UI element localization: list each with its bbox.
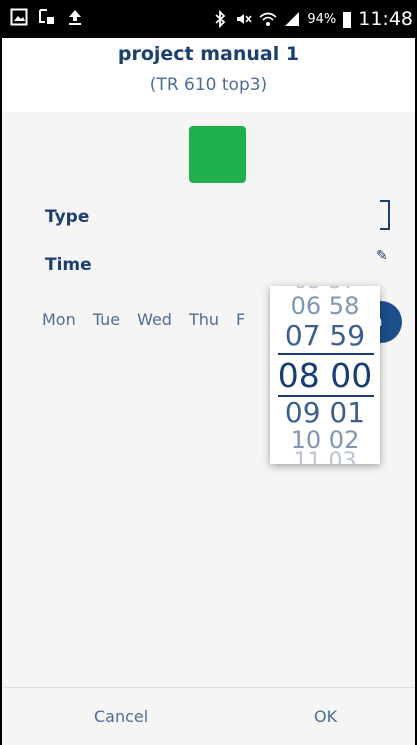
clock: 11:48 [358, 8, 413, 30]
type-label: Type [45, 207, 90, 227]
picker-row[interactable]: 11 03 [270, 449, 380, 464]
day-wed[interactable]: Wed [137, 310, 172, 329]
time-label: Time [45, 255, 92, 275]
day-fri[interactable]: F [236, 310, 245, 329]
status-right-icons: 94% 11:48 [211, 8, 413, 30]
day-tue[interactable]: Tue [93, 310, 120, 329]
upload-icon [66, 8, 84, 26]
screenshot-icon [38, 8, 56, 26]
battery-percent: 94% [307, 11, 337, 27]
weekday-selector: Mon Tue Wed Thu F [42, 310, 262, 329]
type-selector[interactable] [380, 200, 390, 230]
picker-row[interactable]: 07 59 [270, 319, 380, 352]
image-icon [10, 8, 28, 26]
wifi-icon [259, 10, 277, 28]
time-picker[interactable]: 05 57 06 58 07 59 08 00 09 01 10 02 11 0… [270, 286, 380, 464]
battery-icon [342, 10, 352, 28]
dialog-header: project manual 1 (TR 610 top3) [2, 38, 415, 112]
day-thu[interactable]: Thu [189, 310, 219, 329]
picker-highlight-top [278, 353, 374, 355]
picker-row[interactable]: 06 58 [270, 292, 380, 320]
pencil-icon[interactable]: ✎ [376, 248, 388, 264]
mute-icon [235, 10, 253, 28]
color-swatch[interactable] [189, 126, 246, 183]
day-mon[interactable]: Mon [42, 310, 76, 329]
picker-row[interactable]: 09 01 [270, 396, 380, 429]
cancel-button[interactable]: Cancel [88, 706, 154, 727]
ok-button[interactable]: OK [308, 706, 343, 727]
picker-selected-row[interactable]: 08 00 [270, 356, 380, 395]
dialog-title: project manual 1 [117, 43, 300, 65]
dialog-footer: Cancel OK [2, 687, 415, 745]
dialog-subtitle: (TR 610 top3) [149, 75, 268, 95]
bluetooth-icon [211, 9, 229, 29]
status-left-icons [10, 8, 84, 26]
screen: 94% 11:48 project manual 1 (TR 610 top3)… [2, 0, 415, 745]
dialog-body: Type Time ✎ Mon Tue Wed Thu F n 05 57 06… [2, 112, 415, 687]
signal-icon [283, 10, 301, 28]
status-bar: 94% 11:48 [2, 0, 415, 38]
